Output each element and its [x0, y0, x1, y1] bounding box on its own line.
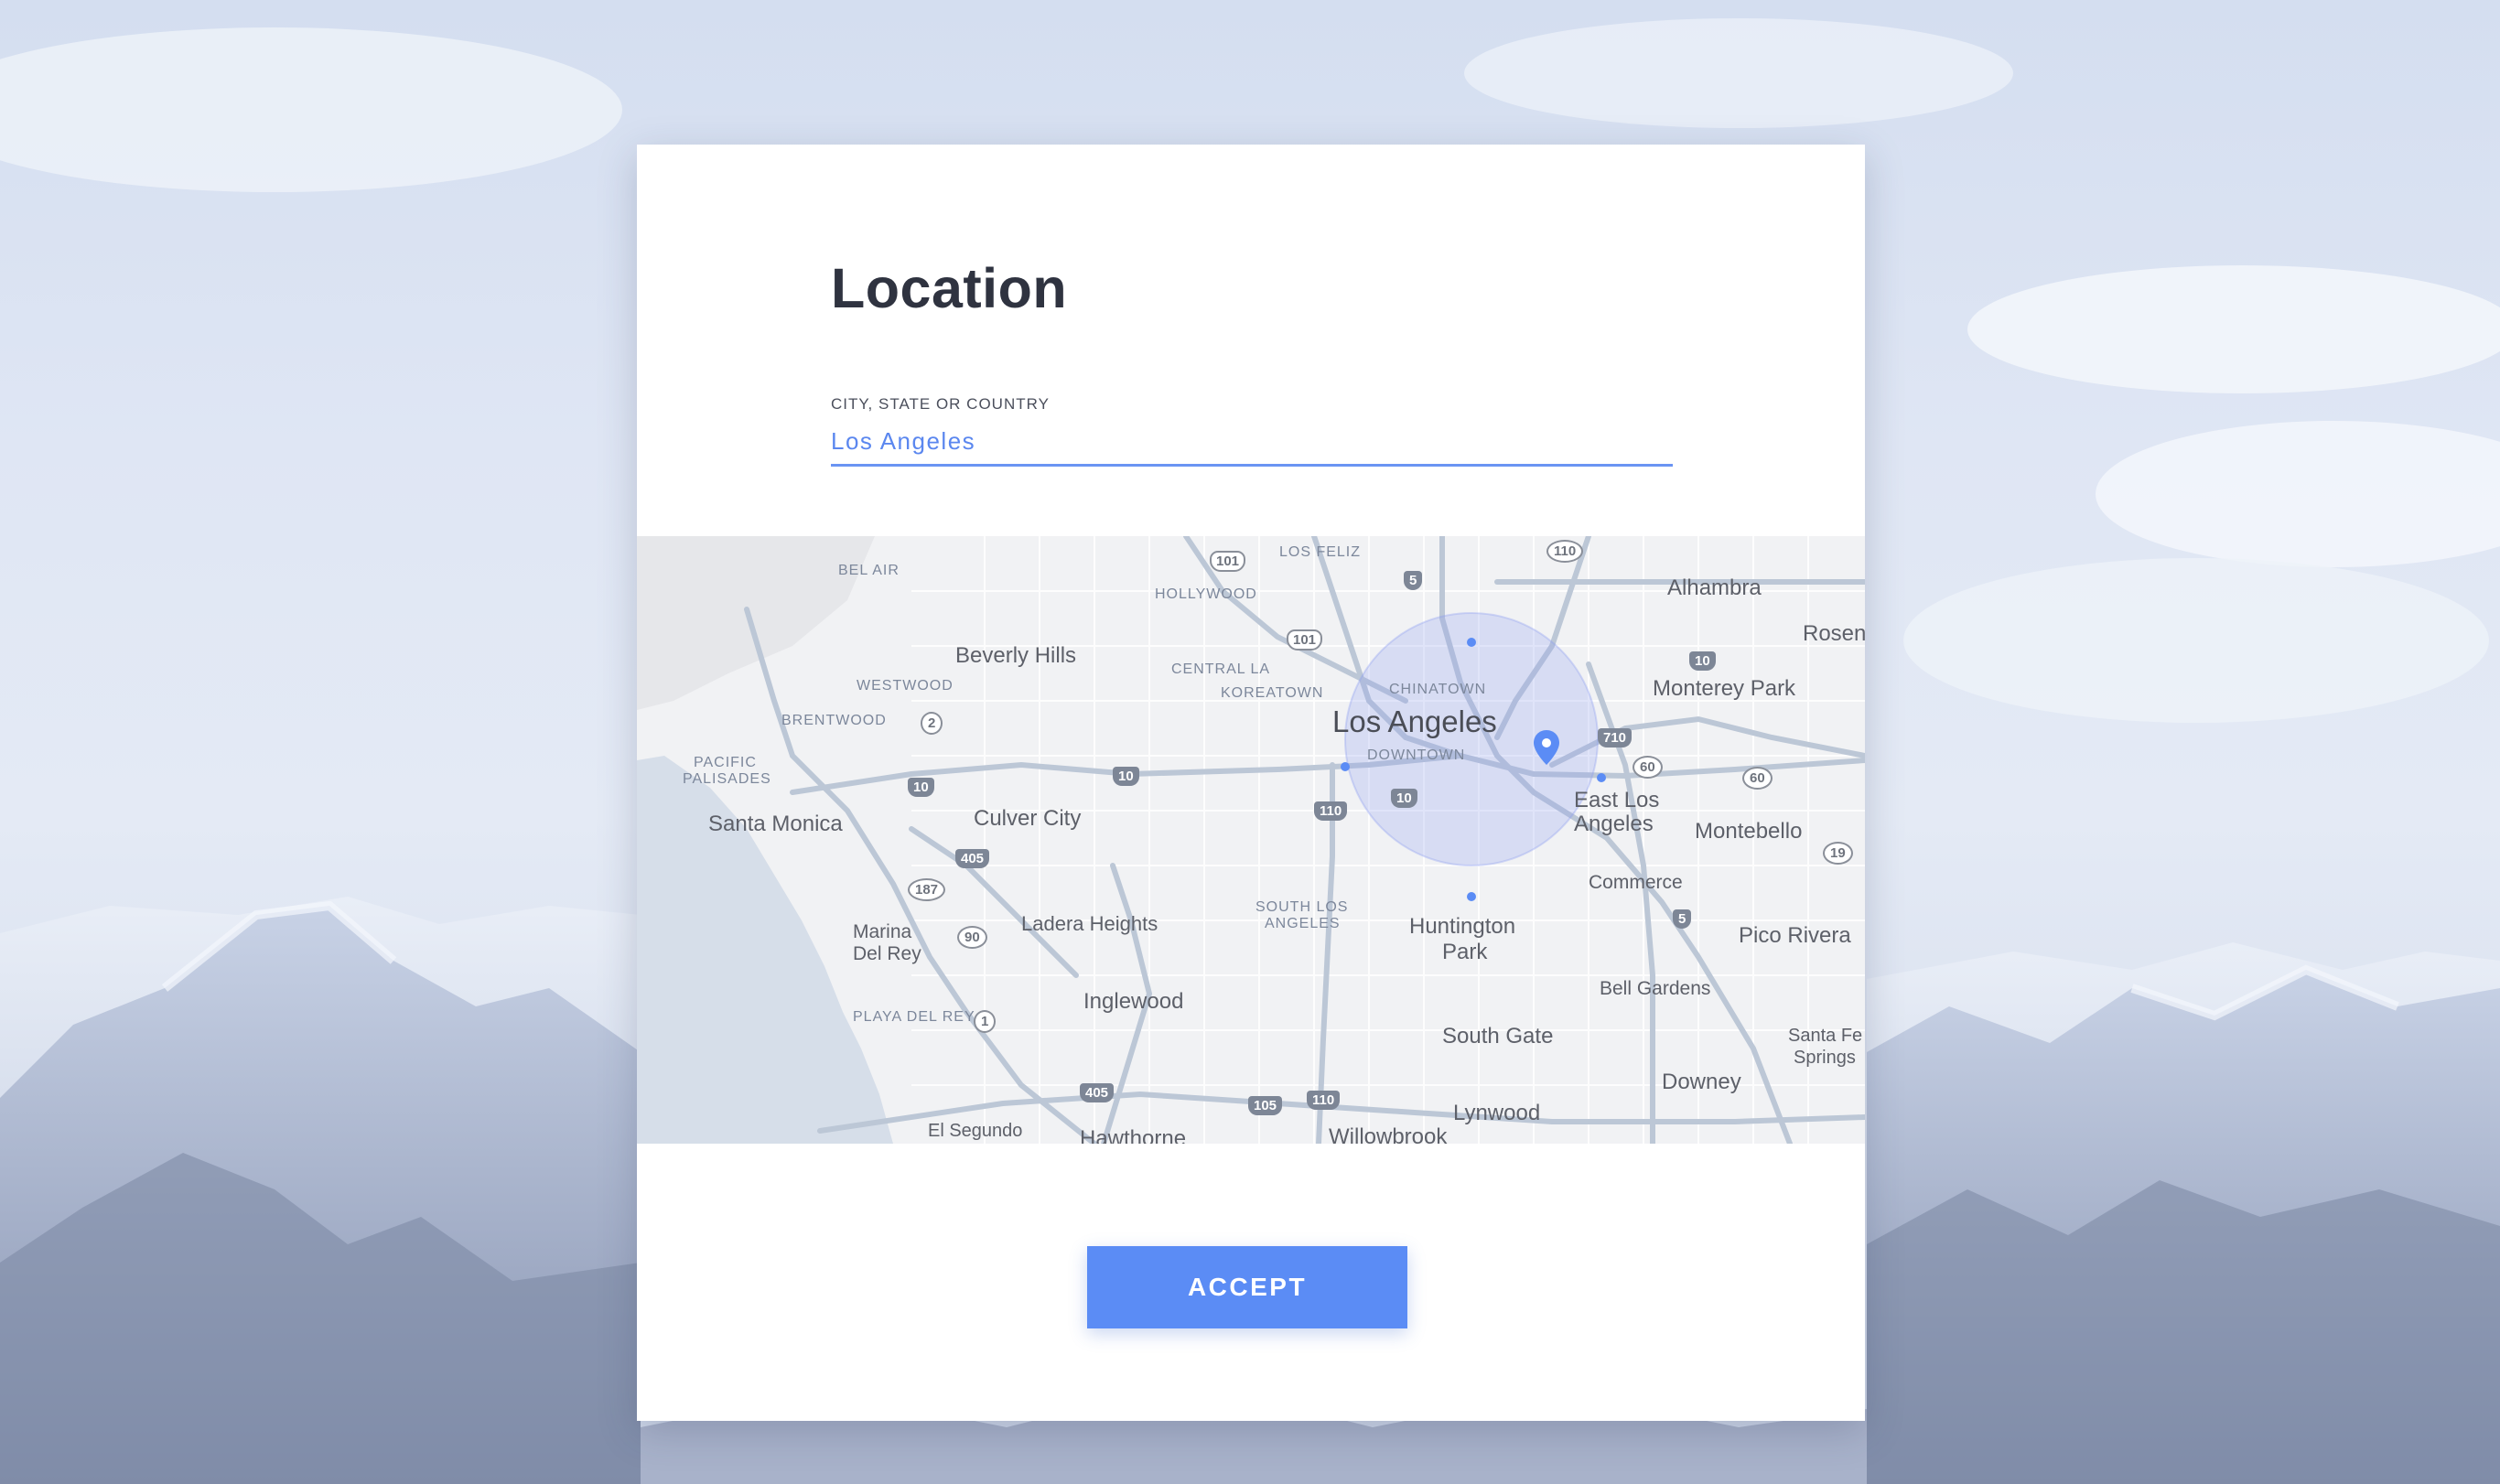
map-neighborhood-label: BEL AIR [838, 563, 900, 578]
map-neighborhood-label: LOS FELIZ [1279, 544, 1362, 560]
location-map[interactable]: Los Angeles Beverly Hills Santa Monica C… [637, 536, 1865, 1144]
map-neighborhood-label: HOLLYWOOD [1155, 586, 1257, 602]
highway-shield: 110 [1546, 540, 1584, 563]
map-city-label: Lynwood [1453, 1101, 1541, 1125]
page-title: Location [831, 257, 1068, 319]
map-neighborhood-label: DOWNTOWN [1367, 747, 1466, 763]
map-neighborhood-label: SOUTH LOS [1255, 899, 1349, 915]
map-city-label: Springs [1794, 1048, 1856, 1068]
map-city-label: Downey [1662, 1070, 1741, 1094]
highway-shield: 405 [955, 849, 990, 868]
map-city-label: Ladera Heights [1021, 912, 1158, 935]
highway-shield: 10 [1689, 651, 1716, 671]
map-city-label: Santa Fe [1788, 1026, 1863, 1046]
map-city-label: South Gate [1442, 1024, 1554, 1048]
map-city-label: El Segundo [928, 1121, 1023, 1141]
location-input[interactable] [831, 419, 1673, 467]
map-city-label: Culver City [974, 806, 1082, 831]
highway-shield: 101 [1210, 551, 1246, 572]
map-neighborhood-label: ANGELES [1265, 916, 1341, 931]
highway-shield: 5 [1673, 909, 1692, 929]
highway-shield: 105 [1248, 1096, 1283, 1115]
map-city-label: Huntington [1409, 914, 1516, 939]
map-neighborhood-label: PLAYA DEL REY [853, 1009, 975, 1025]
highway-shield: 187 [908, 878, 946, 901]
highway-shield: 90 [957, 926, 987, 949]
map-neighborhood-label: WESTWOOD [857, 678, 954, 694]
accept-button[interactable]: ACCEPT [1087, 1246, 1407, 1328]
highway-shield: 10 [908, 778, 934, 797]
highway-shield: 405 [1080, 1083, 1115, 1102]
location-card: Location CITY, STATE OR COUNTRY Los Ange… [637, 145, 1865, 1421]
map-city-label: Santa Monica [708, 812, 843, 836]
map-city-label: Beverly Hills [955, 643, 1077, 668]
highway-shield: 110 [1314, 801, 1348, 821]
map-city-label: Hawthorne [1080, 1126, 1187, 1144]
highway-shield: 60 [1742, 767, 1773, 790]
highway-shield: 60 [1633, 756, 1663, 779]
map-city-label: Bell Gardens [1600, 978, 1711, 999]
map-city-label: Commerce [1589, 872, 1683, 893]
map-neighborhood-label: PACIFIC [694, 755, 757, 770]
map-city-label: Rosen [1803, 621, 1865, 646]
location-field-label: CITY, STATE OR COUNTRY [831, 395, 1050, 413]
map-neighborhood-label: BRENTWOOD [781, 713, 887, 728]
map-city-label: Montebello [1695, 819, 1803, 844]
map-city-label: Marina [853, 921, 912, 942]
highway-shield: 101 [1287, 629, 1323, 651]
map-city-label: Willowbrook [1329, 1124, 1448, 1144]
map-city-label: Alhambra [1667, 575, 1762, 600]
map-city-label: Del Rey [853, 943, 921, 964]
map-streets [637, 536, 1865, 1144]
map-city-label: Pico Rivera [1739, 923, 1851, 948]
highway-shield: 5 [1404, 571, 1423, 590]
map-neighborhood-label: CENTRAL LA [1171, 661, 1271, 677]
map-city-label: Inglewood [1083, 989, 1184, 1014]
map-city-label: Los Angeles [1332, 704, 1497, 738]
map-neighborhood-label: PALISADES [683, 771, 771, 787]
highway-shield: 10 [1113, 767, 1139, 786]
map-city-label: East Los [1574, 788, 1660, 812]
highway-shield: 10 [1391, 789, 1417, 808]
map-neighborhood-label: KOREATOWN [1221, 685, 1324, 701]
map-city-label: Monterey Park [1653, 676, 1796, 701]
map-city-label: Angeles [1574, 812, 1654, 836]
highway-shield: 19 [1823, 842, 1853, 865]
map-neighborhood-label: CHINATOWN [1389, 682, 1487, 697]
highway-shield: 110 [1307, 1091, 1341, 1110]
highway-shield: 710 [1598, 728, 1633, 747]
location-pin-icon [1534, 730, 1559, 765]
map-city-label: Park [1442, 940, 1488, 964]
